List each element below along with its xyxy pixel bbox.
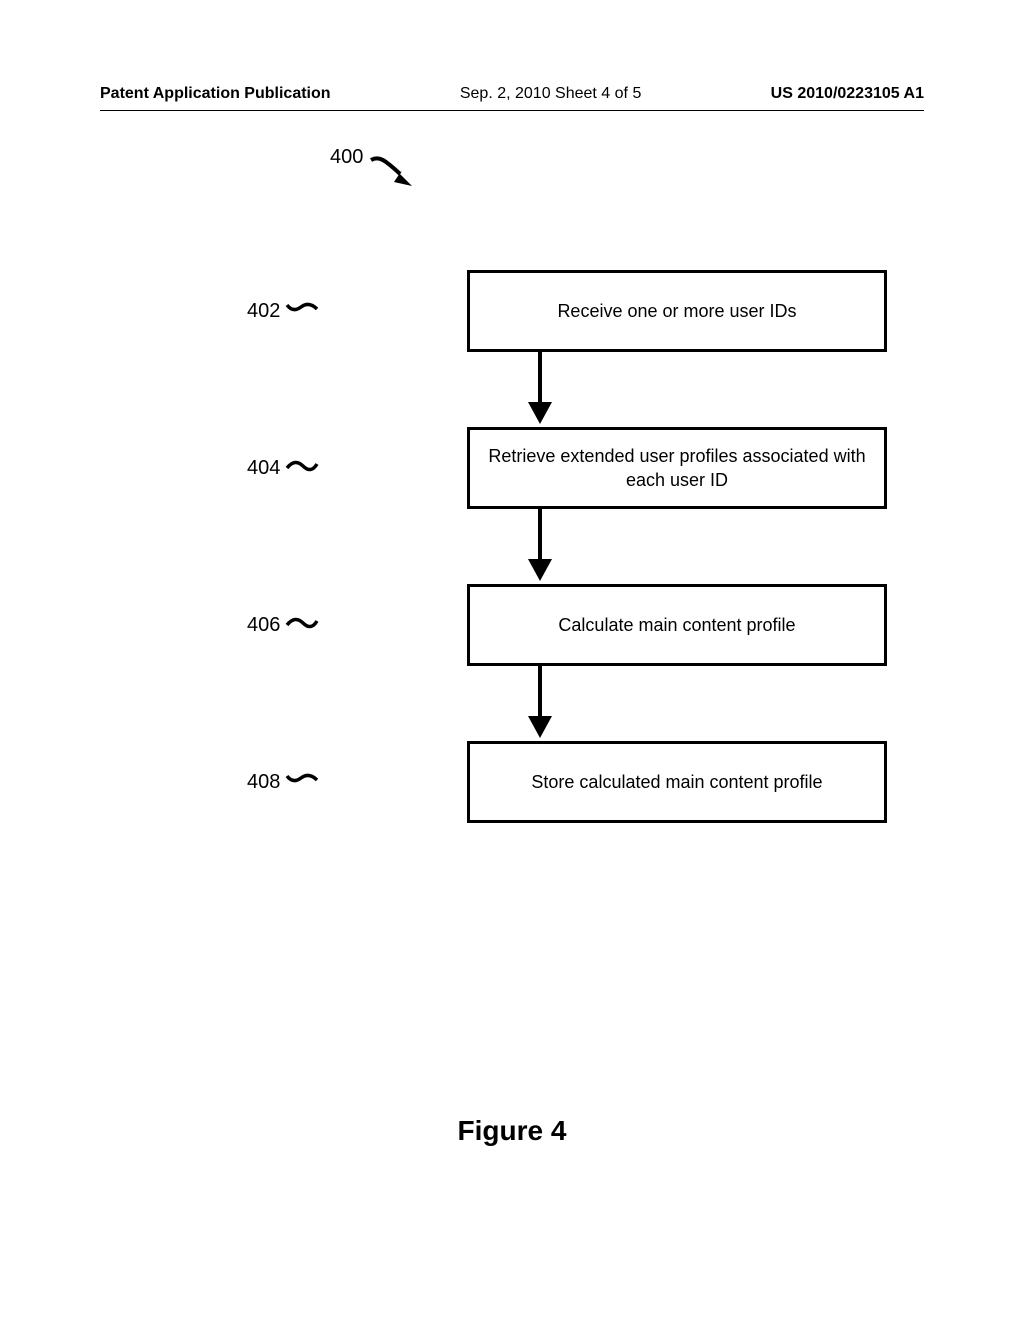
step-label-402: 402 [247, 299, 320, 323]
header-patent-number: US 2010/0223105 A1 [771, 85, 924, 103]
squiggle-icon [285, 456, 320, 480]
figure-number-label: 400 [330, 146, 363, 169]
flow-box-404: Retrieve extended user profiles associat… [467, 427, 887, 509]
step-id-404: 404 [247, 457, 280, 480]
flowchart: 402 Receive one or more user IDs 404 [0, 270, 1024, 823]
flow-step-408: 408 Store calculated main content profil… [0, 741, 1024, 823]
flow-box-408: Store calculated main content profile [467, 741, 887, 823]
step-id-406: 406 [247, 614, 280, 637]
figure-pointer-arrow-icon [368, 152, 418, 197]
step-id-402: 402 [247, 300, 280, 323]
header-date-sheet: Sep. 2, 2010 Sheet 4 of 5 [460, 85, 641, 103]
header-publication: Patent Application Publication [100, 85, 331, 103]
step-label-406: 406 [247, 613, 320, 637]
flow-box-text-406: Calculate main content profile [558, 613, 795, 637]
squiggle-icon [285, 770, 320, 794]
flow-box-402: Receive one or more user IDs [467, 270, 887, 352]
flow-step-402: 402 Receive one or more user IDs [0, 270, 1024, 352]
flow-box-text-402: Receive one or more user IDs [557, 299, 796, 323]
arrow-down-icon [330, 666, 750, 741]
arrow-down-icon [330, 352, 750, 427]
flow-step-406: 406 Calculate main content profile [0, 584, 1024, 666]
squiggle-icon [285, 613, 320, 637]
header-divider [100, 110, 924, 111]
page-header: Patent Application Publication Sep. 2, 2… [0, 85, 1024, 103]
flow-box-406: Calculate main content profile [467, 584, 887, 666]
step-label-404: 404 [247, 456, 320, 480]
flow-step-404: 404 Retrieve extended user profiles asso… [0, 427, 1024, 509]
step-id-408: 408 [247, 771, 280, 794]
figure-caption: Figure 4 [0, 1115, 1024, 1147]
step-label-408: 408 [247, 770, 320, 794]
flow-box-text-408: Store calculated main content profile [531, 770, 822, 794]
flow-box-text-404: Retrieve extended user profiles associat… [480, 444, 874, 493]
arrow-down-icon [330, 509, 750, 584]
squiggle-icon [285, 299, 320, 323]
